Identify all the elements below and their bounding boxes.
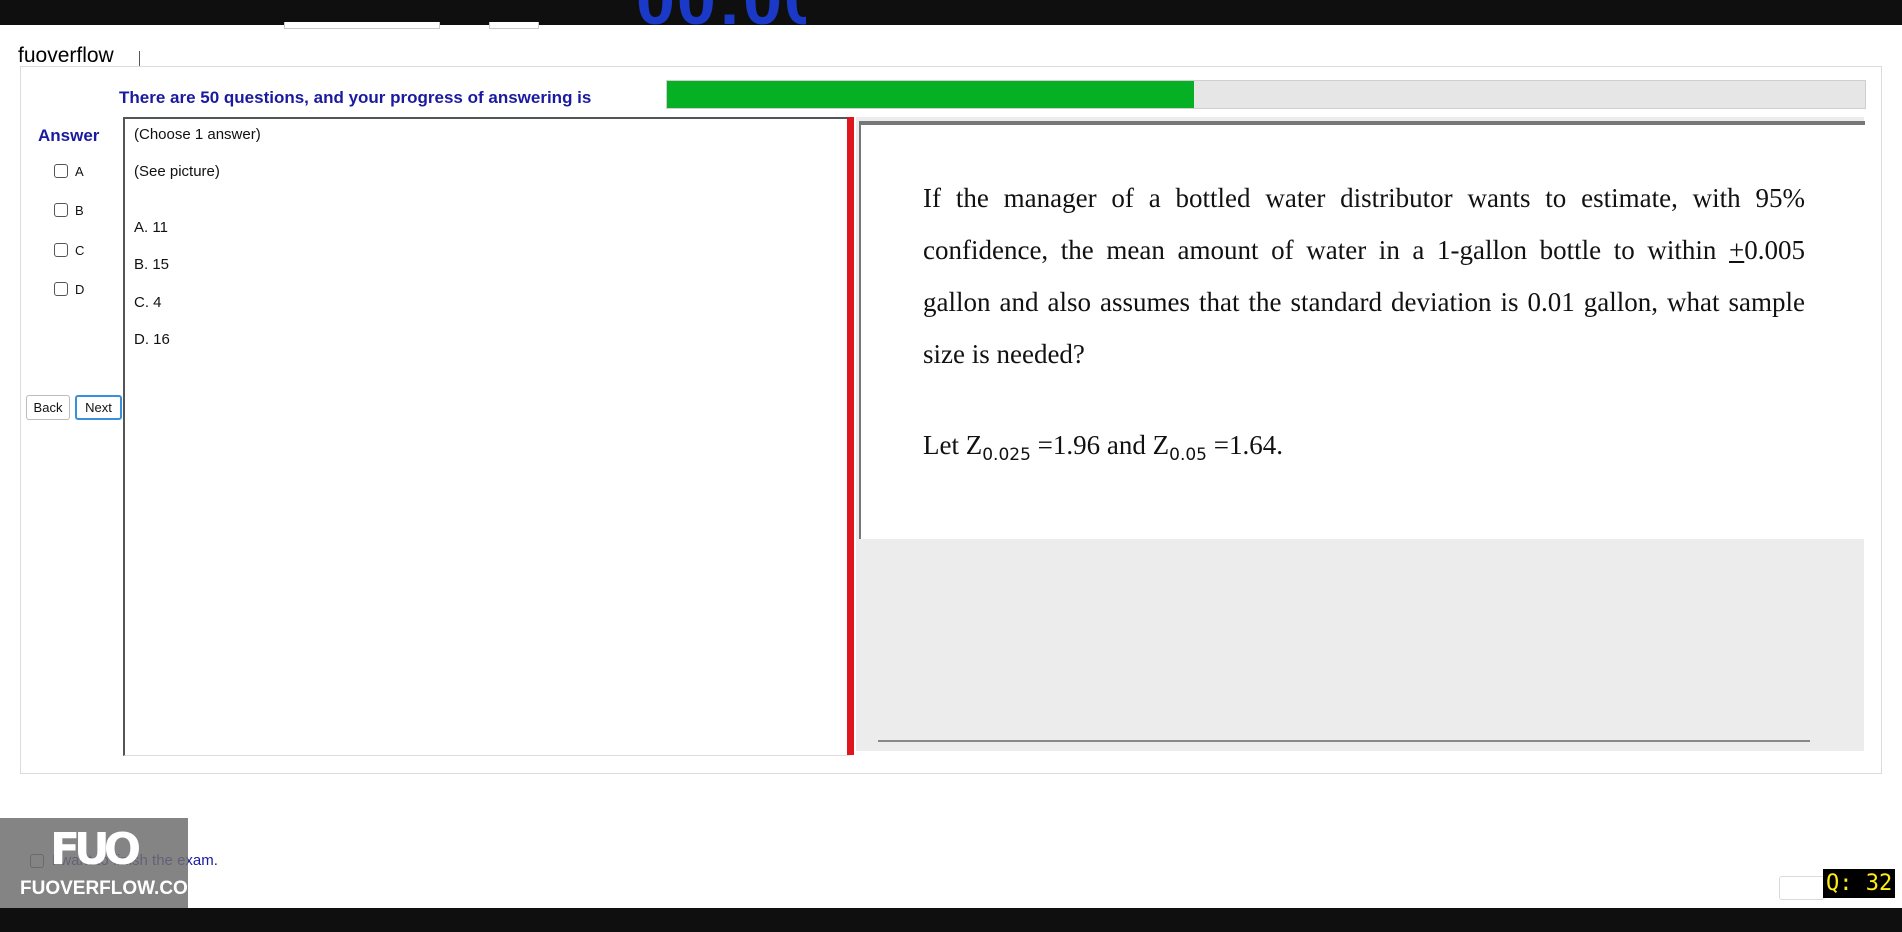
question-counter-badge: Q: 32 — [1823, 869, 1896, 898]
see-picture-note: (See picture) — [134, 163, 220, 180]
option-letter: C — [75, 242, 85, 258]
checkbox-icon[interactable] — [54, 243, 68, 257]
choice-b: B. 15 — [134, 256, 170, 273]
top-dropdown-1[interactable] — [284, 22, 440, 29]
option-letter: A — [75, 163, 84, 179]
question-text-part1: If the manager of a bottled water distri… — [923, 183, 1805, 265]
option-letter: B — [75, 202, 84, 218]
option-letter: D — [75, 281, 85, 297]
bottom-bar — [0, 908, 1902, 932]
progress-bar — [666, 80, 1866, 109]
top-dropdown-2[interactable] — [489, 22, 539, 29]
question-scrollbar[interactable] — [878, 740, 1810, 742]
checkbox-icon[interactable] — [54, 203, 68, 217]
next-button[interactable]: Next — [75, 395, 122, 420]
answer-text-box — [123, 117, 850, 756]
answer-heading: Answer — [38, 126, 100, 145]
question-formula: Let Z0.025 =1.96 and Z0.05 =1.64. — [923, 430, 1283, 465]
formula-suffix: =1.64. — [1206, 430, 1283, 460]
choice-d: D. 16 — [134, 331, 170, 348]
back-button[interactable]: Back — [26, 395, 70, 420]
formula-prefix: Let Z — [923, 430, 983, 460]
timer-value: 00:00 — [636, 0, 806, 38]
formula-sub-1: 0.025 — [982, 445, 1031, 465]
option-a-checkbox[interactable]: A — [54, 162, 84, 180]
small-input-field[interactable] — [1779, 876, 1825, 900]
choose-instruction: (Choose 1 answer) — [134, 126, 261, 143]
formula-sub-2: 0.05 — [1169, 445, 1207, 465]
timer: 00:00 — [636, 0, 806, 38]
formula-mid: =1.96 and Z — [1030, 430, 1170, 460]
fuo-logo: FUO — [50, 824, 141, 875]
option-d-checkbox[interactable]: D — [54, 280, 84, 298]
question-text: If the manager of a bottled water distri… — [923, 172, 1805, 380]
plus-minus-symbol: + — [1729, 235, 1745, 265]
option-c-checkbox[interactable]: C — [54, 241, 84, 259]
option-b-checkbox[interactable]: B — [54, 201, 84, 219]
progress-bar-fill — [667, 81, 1195, 108]
checkbox-icon[interactable] — [54, 164, 68, 178]
app-title: fuoverflow — [18, 44, 114, 67]
panel-divider[interactable] — [847, 117, 854, 755]
watermark-site: FUOVERFLOW.COM — [20, 878, 204, 899]
fuoverflow-watermark: FUO FUOVERFLOW.COM — [0, 818, 204, 908]
choice-c: C. 4 — [134, 294, 162, 311]
checkbox-icon[interactable] — [54, 282, 68, 296]
choice-a: A. 11 — [134, 219, 168, 236]
progress-label: There are 50 questions, and your progres… — [119, 88, 592, 107]
